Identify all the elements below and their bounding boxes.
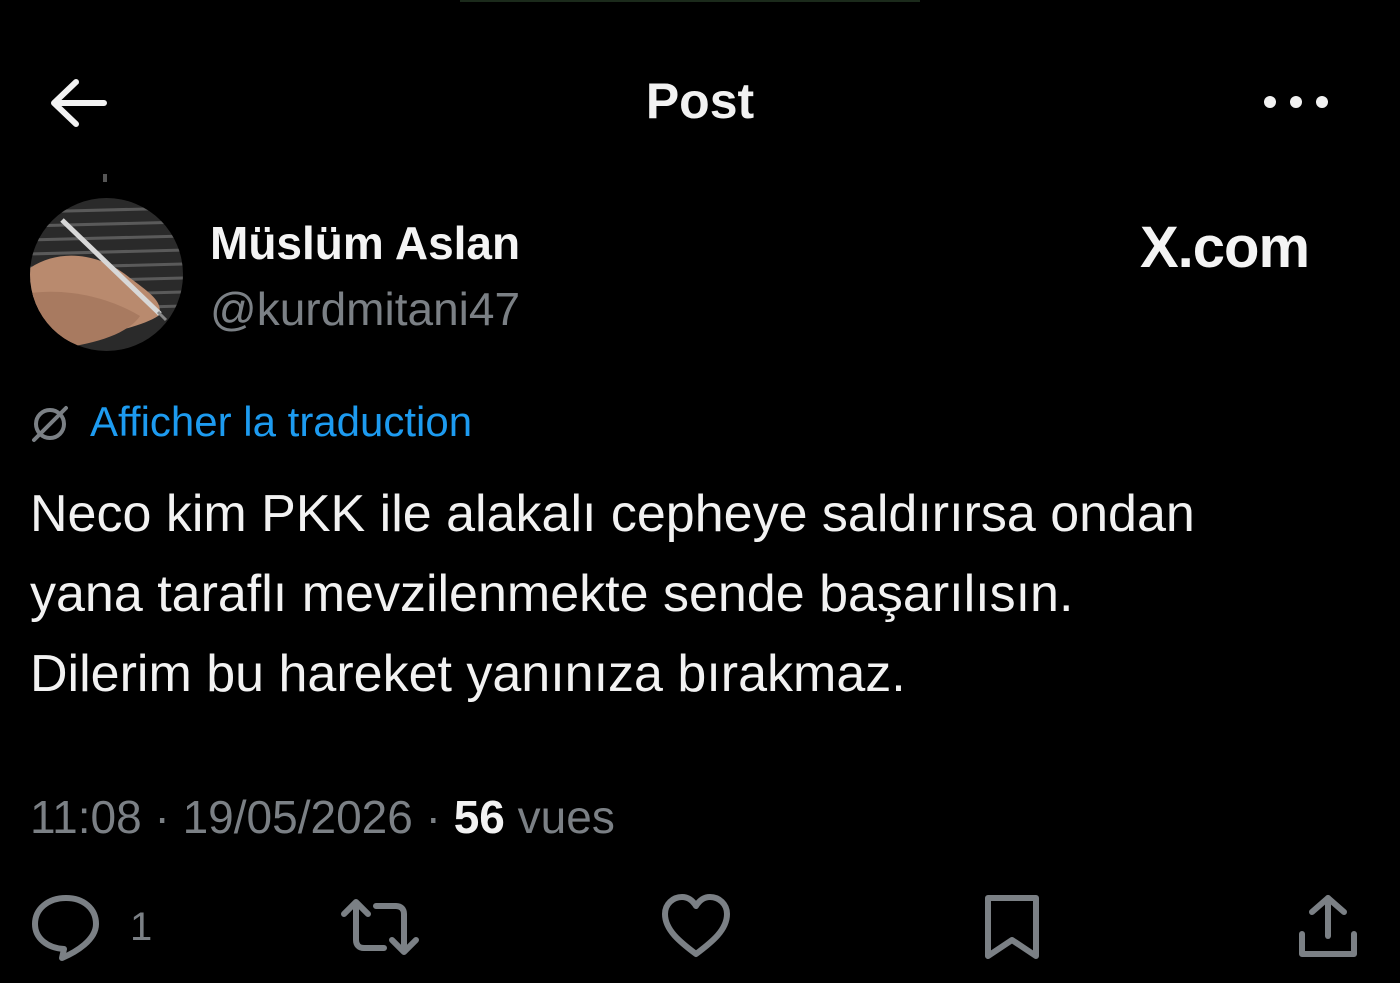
meta-separator: · <box>425 791 441 843</box>
reply-icon <box>32 895 99 961</box>
post-date[interactable]: 19/05/2026 <box>183 791 413 843</box>
post-text: Neco kim PKK ile alakalı cepheye saldırı… <box>30 474 1370 714</box>
views-label: vues <box>517 791 615 843</box>
reply-button[interactable] <box>30 892 102 962</box>
repost-icon <box>341 899 419 955</box>
more-icon <box>1264 96 1328 108</box>
post-time[interactable]: 11:08 <box>30 791 142 843</box>
share-icon <box>1299 895 1357 957</box>
share-button[interactable] <box>1296 892 1360 962</box>
post-text-line: yana taraflı mevzilenmekte sende başarıl… <box>30 565 1074 623</box>
more-options-button[interactable] <box>1258 84 1334 120</box>
post-meta: 11:08 · 19/05/2026 · 56 vues <box>30 790 615 844</box>
top-edge-line <box>460 0 920 2</box>
show-translation-link[interactable]: Afficher la traduction <box>90 398 472 446</box>
like-button[interactable] <box>660 892 732 962</box>
page-title: Post <box>645 73 755 129</box>
brand-watermark: X.com <box>1140 215 1310 280</box>
bookmark-button[interactable] <box>982 892 1042 962</box>
post-text-line: Dilerim bu hareket yanınıza bırakmaz. <box>30 645 906 703</box>
meta-separator: · <box>154 791 170 843</box>
views-count[interactable]: 56 <box>454 791 505 843</box>
translate-icon <box>30 404 70 444</box>
author-handle[interactable]: @kurdmitani47 <box>210 282 520 336</box>
like-icon <box>662 894 730 957</box>
post-text-line: Neco kim PKK ile alakalı cepheye saldırı… <box>30 485 1195 543</box>
avatar[interactable] <box>30 198 183 351</box>
reply-count: 1 <box>130 905 153 949</box>
author-name[interactable]: Müslüm Aslan <box>210 216 520 270</box>
repost-button[interactable] <box>340 892 420 962</box>
bookmark-icon <box>985 895 1039 959</box>
thread-connector <box>103 174 107 182</box>
